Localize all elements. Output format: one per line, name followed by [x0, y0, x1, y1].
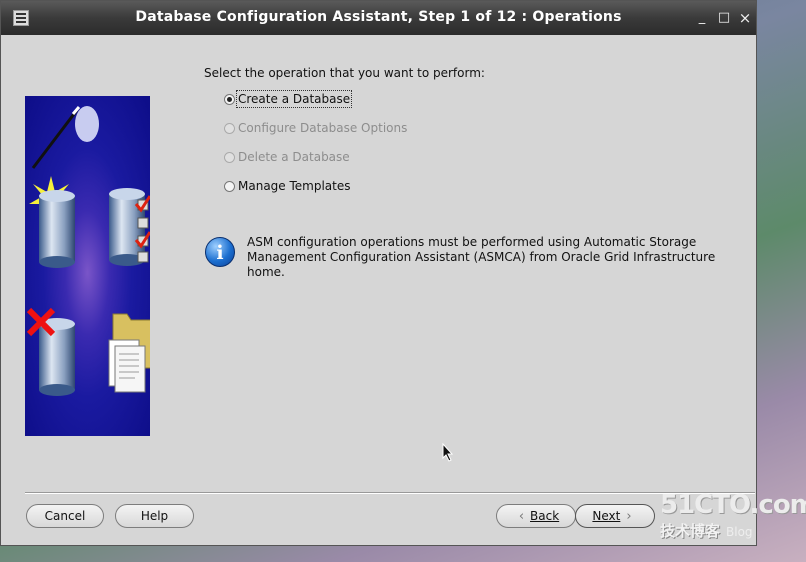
- radio-delete-database[interactable]: Delete a Database: [224, 148, 350, 166]
- maximize-button[interactable]: □: [717, 11, 731, 25]
- back-label: Back: [530, 509, 560, 523]
- watermark-tagline: 技术博客: [660, 522, 721, 540]
- title-bar[interactable]: Database Configuration Assistant, Step 1…: [1, 1, 756, 35]
- radio-label[interactable]: Delete a Database: [238, 150, 350, 164]
- watermark: 51CTO.com 技术博客 Blog: [660, 490, 806, 541]
- radio-create-database[interactable]: Create a Database: [224, 90, 353, 108]
- radio-label[interactable]: Manage Templates: [238, 179, 351, 193]
- radio-label[interactable]: Configure Database Options: [238, 121, 407, 135]
- chevron-right-icon: ›: [626, 508, 632, 524]
- radio-button[interactable]: [224, 151, 235, 163]
- database-illustration-icon: [26, 106, 154, 396]
- cancel-button[interactable]: Cancel: [26, 504, 104, 528]
- wizard-illustration: [25, 96, 154, 436]
- minimize-button[interactable]: _: [695, 11, 709, 25]
- radio-configure-options[interactable]: Configure Database Options: [224, 119, 407, 137]
- watermark-blog: Blog: [726, 525, 753, 539]
- radio-button[interactable]: [224, 122, 235, 134]
- watermark-site: 51CTO.com: [660, 490, 806, 520]
- footer-separator: [25, 492, 755, 494]
- window-title: Database Configuration Assistant, Step 1…: [135, 9, 622, 25]
- radio-button[interactable]: [224, 180, 235, 192]
- radio-button-selected[interactable]: [224, 93, 235, 105]
- dbca-window: Database Configuration Assistant, Step 1…: [0, 0, 757, 546]
- next-label: Next: [592, 509, 621, 523]
- help-button[interactable]: Help: [115, 504, 194, 528]
- cancel-label: Cancel: [44, 509, 86, 523]
- close-button[interactable]: ×: [738, 11, 752, 26]
- info-line-2: Management Configuration Assistant (ASMC…: [247, 250, 716, 279]
- radio-label[interactable]: Create a Database: [235, 90, 353, 108]
- radio-manage-templates[interactable]: Manage Templates: [224, 177, 351, 195]
- asm-info-message: ASM configuration operations must be per…: [247, 235, 747, 280]
- back-button[interactable]: ‹ Back: [496, 504, 576, 528]
- wizard-content: Select the operation that you want to pe…: [11, 37, 755, 543]
- mouse-cursor-icon: [442, 443, 454, 462]
- next-button[interactable]: Next ›: [575, 504, 655, 528]
- help-label: Help: [140, 509, 169, 523]
- info-line-1: ASM configuration operations must be per…: [247, 235, 697, 249]
- info-icon: i: [205, 237, 235, 267]
- operation-prompt: Select the operation that you want to pe…: [204, 66, 485, 80]
- chevron-left-icon: ‹: [518, 508, 525, 524]
